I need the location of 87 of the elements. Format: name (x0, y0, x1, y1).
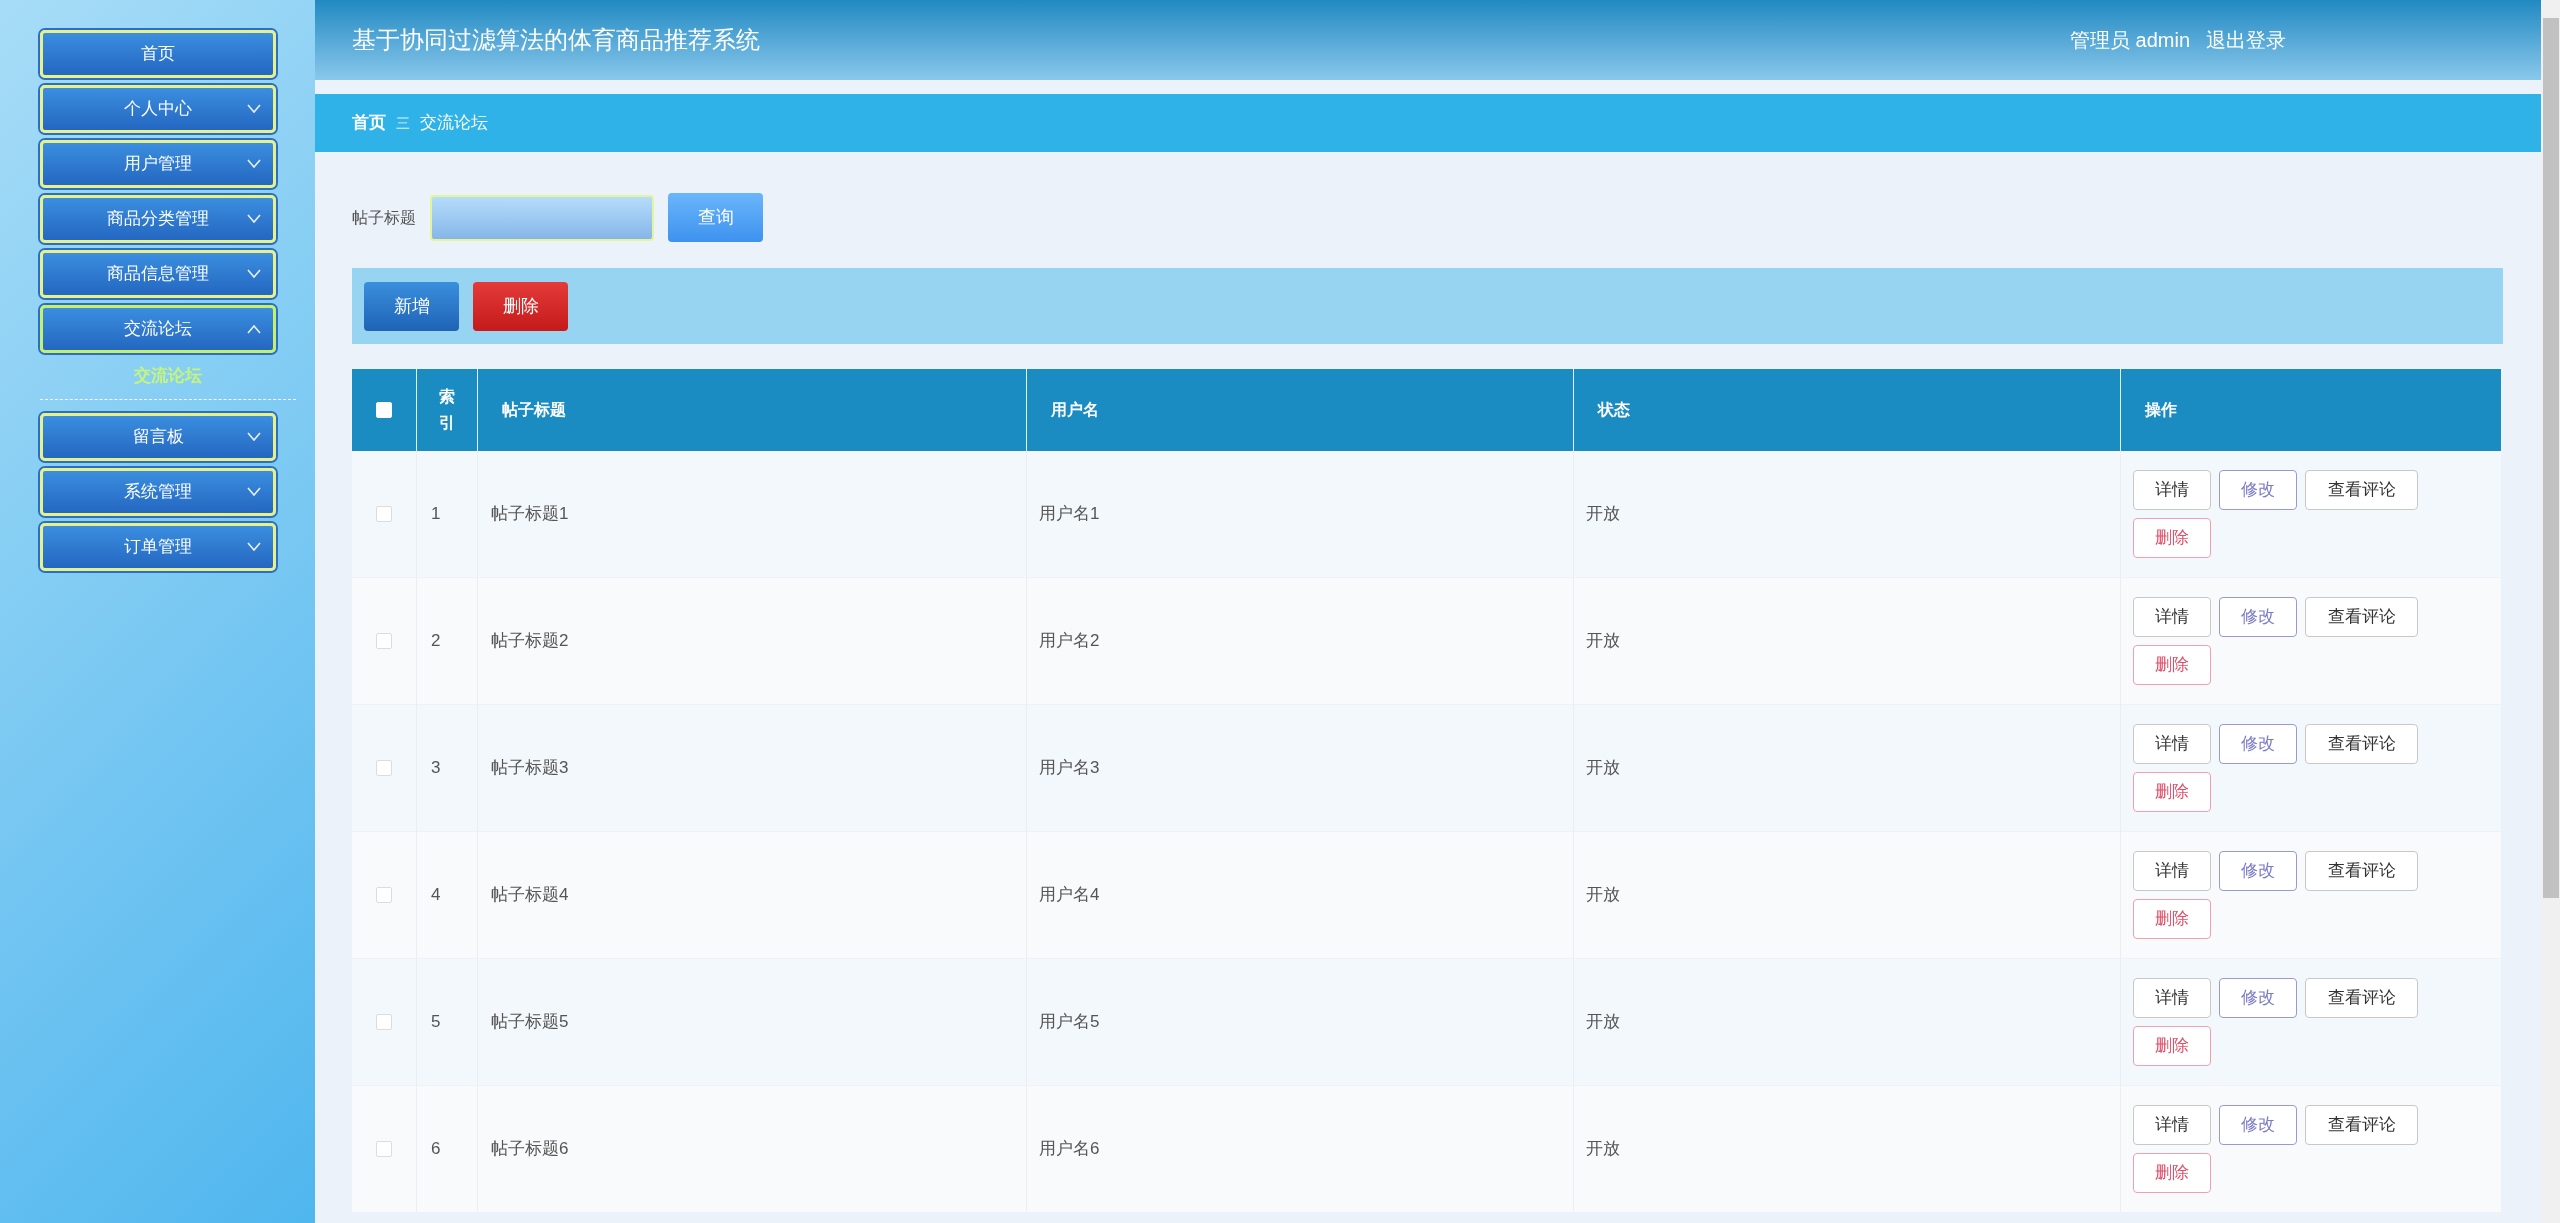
detail-button[interactable]: 详情 (2133, 597, 2211, 637)
table-cell-text: 5 (431, 1011, 441, 1034)
table-cell-text: 开放 (1586, 884, 1620, 907)
edit-button[interactable]: 修改 (2219, 978, 2297, 1018)
table-cell-text: 4 (431, 884, 441, 907)
chevron-down-icon (247, 214, 261, 224)
nav-menu-item[interactable]: 交流论坛 (40, 305, 276, 353)
table-cell-text: 帖子标题1 (491, 503, 569, 526)
table-cell-text: 开放 (1586, 503, 1620, 526)
column-header: 帖子标题 (502, 400, 566, 420)
table-cell-text: 6 (431, 1138, 441, 1161)
checkbox[interactable] (376, 506, 392, 522)
delete-button[interactable]: 删除 (2133, 1026, 2211, 1066)
table-cell-text: 2 (431, 630, 441, 653)
view-comments-button[interactable]: 查看评论 (2305, 724, 2418, 764)
table-cell-text: 开放 (1586, 1011, 1620, 1034)
edit-button[interactable]: 修改 (2219, 724, 2297, 764)
table-cell-text: 开放 (1586, 630, 1620, 653)
edit-button[interactable]: 修改 (2219, 1105, 2297, 1145)
search-field[interactable] (430, 194, 654, 241)
detail-button[interactable]: 详情 (2133, 724, 2211, 764)
column-header: 索引 (438, 387, 456, 433)
column-header: 状态 (1598, 400, 1630, 420)
app-title: 基于协同过滤算法的体育商品推荐系统 (352, 25, 760, 55)
detail-button[interactable]: 详情 (2133, 470, 2211, 510)
table-cell-text: 帖子标题5 (491, 1011, 569, 1034)
table-cell-text: 帖子标题4 (491, 884, 569, 907)
table-cell-text: 用户名5 (1039, 1011, 1100, 1034)
delete-button[interactable]: 删除 (473, 281, 568, 331)
view-comments-button[interactable]: 查看评论 (2305, 597, 2418, 637)
delete-button[interactable]: 删除 (2133, 1153, 2211, 1193)
view-comments-button[interactable]: 查看评论 (2305, 978, 2418, 1018)
nav-menu-item[interactable]: 首页 (40, 30, 276, 78)
nav-menu-item[interactable]: 商品信息管理 (40, 250, 276, 298)
chevron-down-icon (247, 159, 261, 169)
table-cell-text: 帖子标题3 (491, 757, 569, 780)
nav-menu-item[interactable]: 留言板 (40, 412, 276, 461)
checkbox[interactable] (376, 633, 392, 649)
table-cell-text: 开放 (1586, 1138, 1620, 1161)
chevron-down-icon (247, 269, 261, 279)
delete-button[interactable]: 删除 (2133, 645, 2211, 685)
table-cell-text: 3 (431, 757, 441, 780)
detail-button[interactable]: 详情 (2133, 1105, 2211, 1145)
chevron-down-icon (247, 431, 261, 442)
breadcrumb-separator: 三 (396, 113, 410, 133)
nav-menu-item[interactable]: 系统管理 (40, 467, 276, 516)
edit-button[interactable]: 修改 (2219, 470, 2297, 510)
chevron-down-icon (247, 104, 261, 114)
table-cell-text: 用户名6 (1039, 1138, 1100, 1161)
logout-link[interactable]: 退出登录 (2206, 25, 2286, 55)
view-comments-button[interactable]: 查看评论 (2305, 1105, 2418, 1145)
add-button[interactable]: 新增 (364, 281, 459, 331)
delete-button[interactable]: 删除 (2133, 899, 2211, 939)
edit-button[interactable]: 修改 (2219, 851, 2297, 891)
edit-button[interactable]: 修改 (2219, 597, 2297, 637)
breadcrumb-home[interactable]: 首页 (352, 110, 386, 136)
chevron-down-icon (247, 486, 261, 497)
checkbox[interactable] (376, 1141, 392, 1157)
user-label: 管理员 admin (2069, 28, 2190, 53)
table-cell-text: 用户名3 (1039, 757, 1100, 780)
checkbox[interactable] (376, 1014, 392, 1030)
nav-menu-item[interactable]: 个人中心 (40, 85, 276, 133)
table-cell-text: 帖子标题6 (491, 1138, 569, 1161)
column-header: 用户名 (1051, 400, 1099, 420)
view-comments-button[interactable]: 查看评论 (2305, 851, 2418, 891)
column-header: 操作 (2145, 400, 2177, 420)
checkbox[interactable] (376, 887, 392, 903)
query-button[interactable]: 查询 (668, 193, 763, 242)
delete-button[interactable]: 删除 (2133, 518, 2211, 558)
delete-button[interactable]: 删除 (2133, 772, 2211, 812)
chevron-up-icon (247, 324, 261, 334)
table-cell-text: 用户名4 (1039, 884, 1100, 907)
search-label: 帖子标题 (352, 207, 416, 228)
view-comments-button[interactable]: 查看评论 (2305, 470, 2418, 510)
nav-menu-item[interactable]: 商品分类管理 (40, 195, 276, 243)
detail-button[interactable]: 详情 (2133, 978, 2211, 1018)
chevron-down-icon (247, 541, 261, 552)
table-cell-text: 帖子标题2 (491, 630, 569, 653)
detail-button[interactable]: 详情 (2133, 851, 2211, 891)
table-cell-text: 开放 (1586, 757, 1620, 780)
table-cell-text: 用户名1 (1039, 503, 1100, 526)
table-cell-text: 用户名2 (1039, 630, 1100, 653)
checkbox[interactable] (376, 760, 392, 776)
nav-menu-item[interactable]: 订单管理 (40, 522, 276, 571)
table-cell-text: 1 (431, 503, 441, 526)
breadcrumb-current[interactable]: 交流论坛 (420, 110, 488, 136)
nav-menu-item[interactable]: 用户管理 (40, 140, 276, 188)
